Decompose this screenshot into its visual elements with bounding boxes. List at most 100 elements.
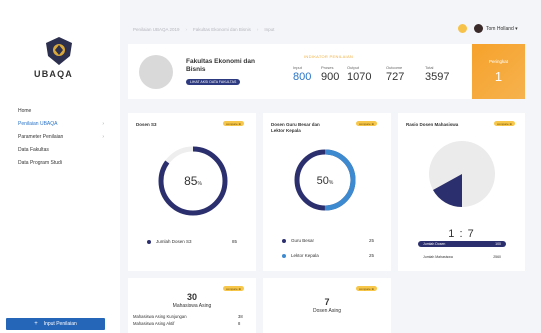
ratio-row-label: Jumlah Mahasiswa [423, 255, 453, 259]
compare-button[interactable]: compare ⊕ [223, 121, 245, 126]
ratio-row: Jumlah Mahasiswa 2560 [418, 254, 506, 260]
detail-label: Mahasiswa Asing Kunjungan [133, 314, 187, 319]
metric-value: 3597 [425, 71, 450, 83]
metric-output: Output 1070 [347, 65, 371, 83]
sidebar-item-parameter-penilaian[interactable]: Parameter Penilaian › [0, 130, 120, 143]
svg-text:85%: 85% [184, 174, 202, 188]
legend-value: 25 [369, 238, 375, 243]
dosen-asing-label: Dosen Asing [312, 308, 342, 314]
dosen-s3-card: Dosen S3 compare ⊕ 85% Jumlah Dosen S3 8… [128, 113, 256, 271]
legend-dot [282, 238, 286, 243]
card-title: Dosen S3 [136, 122, 157, 127]
sidebar-item-penilaian-ubaqa[interactable]: Penilaian UBAQA › [0, 117, 120, 130]
notification-icon[interactable] [458, 24, 467, 33]
donut-percent: 50 [317, 175, 329, 187]
legend-label: Lektor Kepala [291, 253, 319, 258]
guru-besar-donut: 50% [294, 149, 356, 211]
rasio-card: Rasio Dosen Mahasiswa compare ⊕ 1 : 7 Ju… [398, 113, 525, 271]
sidebar-item-label: Data Program Studi [18, 159, 62, 166]
sidebar-item-label: Home [18, 107, 32, 114]
metric-value: 1070 [347, 71, 372, 83]
faculty-name: Fakultas Ekonomi dan Bisnis [186, 58, 255, 73]
legend-dot [147, 239, 151, 244]
peringkat-value: 1 [494, 69, 503, 84]
metric-proses: Proses 900 [321, 65, 339, 83]
peringkat-label: Peringkat [488, 59, 508, 64]
peringkat-card: Peringkat 1 [472, 44, 525, 99]
compare-button[interactable]: compare ⊕ [494, 121, 516, 126]
card-title: Rasio Dosen Mahasiswa [406, 122, 459, 127]
ubaqa-logo-icon [46, 37, 72, 65]
legend-item: Guru Besar [282, 238, 314, 243]
detail-value: 38 [238, 314, 243, 319]
legend-value: 25 [369, 253, 375, 258]
metric-value: 727 [386, 71, 405, 83]
mahasiswa-asing-count: 30 [186, 292, 197, 302]
faculty-data-link[interactable]: LIHAT AKSI DATA FAKULTAS [186, 79, 241, 85]
guru-besar-card: Dosen Guru Besar dan Lektor Kepala compa… [263, 113, 391, 271]
sidebar-item-home[interactable]: Home [0, 104, 120, 117]
metric-value: 900 [321, 71, 340, 83]
breadcrumb-item[interactable]: Penilaian UBAQA 2019 [133, 27, 180, 32]
metric-value: 800 [293, 71, 312, 83]
metric-input: Input 800 [293, 65, 311, 83]
ratio-row: Jumlah Dosen 100 [418, 241, 506, 247]
breadcrumb-item[interactable]: Fakultas Ekonomi dan Bisnis [193, 27, 251, 32]
compare-button[interactable]: compare ⊕ [356, 121, 378, 126]
metric-total: Total 3597 [425, 65, 449, 83]
sidebar: UBAQA Home Penilaian UBAQA › Parameter P… [0, 0, 120, 333]
legend-value: 85 [232, 239, 238, 244]
metric-label: Outcome [386, 65, 403, 70]
input-penilaian-button[interactable]: + Input Penilaian [6, 318, 105, 330]
mahasiswa-asing-card: compare ⊕ 30 Mahasiswa Asing Mahasiswa A… [128, 278, 256, 333]
legend-item: Jumlah Dosen S3 [147, 239, 192, 244]
svg-text:50%: 50% [317, 175, 334, 187]
breadcrumb: Penilaian UBAQA 2019 › Fakultas Ekonomi … [133, 27, 274, 32]
card-title-line: Lektor Kepala [271, 127, 301, 133]
card-title-line: Dosen Guru Besar dan [271, 122, 320, 127]
card-title: Dosen Guru Besar dan Lektor Kepala [271, 122, 320, 133]
sidebar-item-label: Data Fakultas [18, 146, 49, 153]
sidebar-item-label: Penilaian UBAQA [18, 120, 58, 127]
dosen-s3-donut: 85% [158, 146, 228, 216]
avatar[interactable] [474, 24, 483, 33]
compare-button[interactable]: compare ⊕ [356, 286, 378, 291]
breadcrumb-separator: › [185, 27, 188, 32]
detail-value: 8 [238, 321, 241, 326]
legend-item: Lektor Kepala [282, 253, 319, 258]
dosen-asing-card: compare ⊕ 7 Dosen Asing [263, 278, 391, 333]
chevron-right-icon: › [102, 120, 104, 127]
legend-label: Guru Besar [291, 238, 315, 243]
sidebar-item-data-program-studi[interactable]: Data Program Studi [0, 156, 120, 169]
sidebar-nav: Home Penilaian UBAQA › Parameter Penilai… [0, 104, 120, 169]
ratio-value: 1 : 7 [448, 228, 475, 240]
donut-percent: 85 [184, 174, 198, 188]
legend-dot [282, 253, 286, 258]
metric-label: Input [293, 65, 302, 70]
faculty-avatar [139, 55, 173, 89]
chevron-right-icon: › [102, 133, 104, 140]
plus-icon: + [34, 321, 38, 327]
user-menu[interactable]: Tom Holland ▾ [486, 26, 518, 32]
indicator-title: INDIKATOR PENILAIAN [304, 54, 354, 59]
input-penilaian-label: Input Penilaian [43, 321, 77, 327]
breadcrumb-item: Input [264, 27, 275, 32]
metric-label: Total [425, 65, 434, 70]
mahasiswa-asing-label: Mahasiswa Asing [172, 303, 212, 309]
ratio-row-label: Jumlah Dosen [423, 242, 446, 246]
metric-label: Output [347, 65, 360, 70]
brand-name: UBAQA [34, 69, 73, 79]
sidebar-item-data-fakultas[interactable]: Data Fakultas [0, 143, 120, 156]
metric-label: Proses [321, 65, 334, 70]
detail-label: Mahasiswa Asing Aktif [133, 321, 175, 326]
breadcrumb-separator: › [256, 27, 259, 32]
legend-label: Jumlah Dosen S3 [156, 239, 192, 244]
metric-outcome: Outcome 727 [386, 65, 404, 83]
donut-percent-unit: % [329, 180, 334, 186]
ratio-row-value: 2560 [493, 255, 501, 259]
ratio-row-value: 100 [495, 242, 501, 246]
dosen-asing-count: 7 [324, 297, 330, 307]
compare-button[interactable]: compare ⊕ [223, 286, 245, 291]
faculty-summary-card: Fakultas Ekonomi dan Bisnis LIHAT AKSI D… [128, 44, 472, 99]
sidebar-item-label: Parameter Penilaian [18, 133, 64, 140]
